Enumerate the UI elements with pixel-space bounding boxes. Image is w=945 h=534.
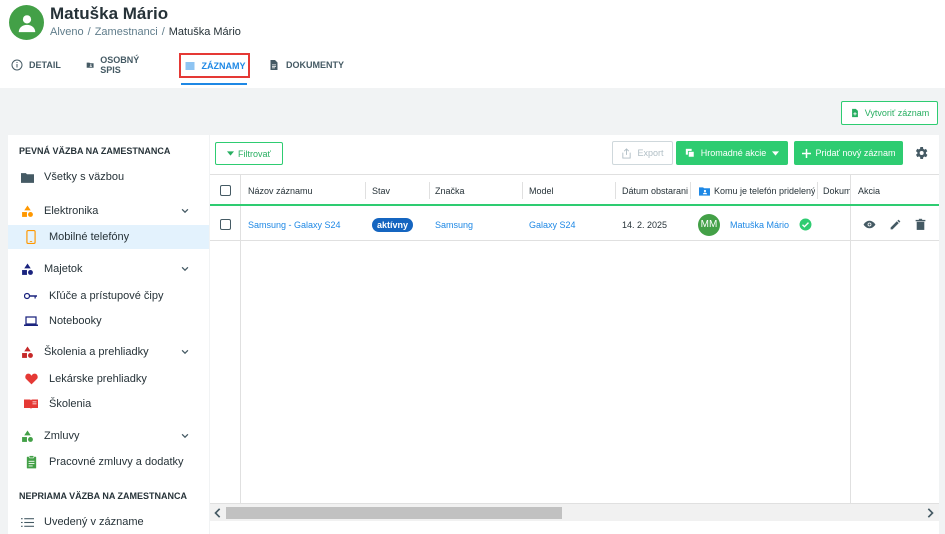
document-icon bbox=[270, 60, 278, 70]
copy-icon bbox=[685, 148, 695, 158]
select-all-checkbox[interactable] bbox=[220, 185, 231, 196]
sidebar-item-all[interactable]: Všetky s väzbou bbox=[8, 165, 209, 189]
sidebar-item-uvedeny[interactable]: Uvedený v zázname bbox=[8, 510, 209, 534]
chevron-down-icon[interactable] bbox=[180, 431, 190, 441]
table-row[interactable]: Samsung - Galaxy S24 aktívny Samsung Gal… bbox=[210, 208, 939, 241]
column-header-model[interactable]: Model bbox=[529, 175, 609, 206]
scrollbar-thumb[interactable] bbox=[226, 507, 562, 519]
shapes-icon bbox=[21, 430, 33, 442]
record-name-link[interactable]: Samsung - Galaxy S24 bbox=[248, 208, 341, 241]
tab-zaznamy[interactable]: ZÁZNAMY bbox=[179, 53, 250, 78]
column-header-datum[interactable]: Dátum obstarania bbox=[622, 175, 688, 206]
column-header-nazov[interactable]: Názov záznamu bbox=[248, 175, 368, 206]
folder-person-icon bbox=[699, 186, 710, 196]
check-circle-icon bbox=[799, 218, 812, 231]
column-header-znacka[interactable]: Značka bbox=[435, 175, 515, 206]
folder-icon bbox=[20, 172, 34, 183]
delete-icon[interactable] bbox=[914, 218, 927, 231]
category-sidebar: PEVNÁ VÄZBA NA ZAMESTNANCA Všetky s väzb… bbox=[8, 135, 209, 534]
active-tab-indicator bbox=[181, 83, 247, 85]
status-badge: aktívny bbox=[372, 217, 414, 232]
column-header-komu[interactable]: Komu je telefón pridelený ( bbox=[699, 175, 815, 206]
key-icon bbox=[24, 292, 37, 300]
filter-button[interactable]: Filtrovať bbox=[215, 142, 283, 165]
column-header-stav[interactable]: Stav bbox=[372, 175, 427, 206]
horizontal-scrollbar[interactable] bbox=[210, 503, 939, 521]
export-button[interactable]: Export bbox=[612, 141, 673, 165]
sidebar-item-notebooky[interactable]: Notebooky bbox=[8, 309, 209, 333]
breadcrumb: Alveno / Zamestnanci / Matuška Mário bbox=[50, 26, 241, 38]
shapes-icon bbox=[21, 263, 33, 275]
scroll-left-icon[interactable] bbox=[213, 508, 223, 518]
clipboard-icon bbox=[26, 455, 36, 469]
sidebar-item-majetok[interactable]: Majetok bbox=[8, 257, 209, 281]
laptop-icon bbox=[24, 315, 38, 326]
sidebar-item-pracovne-zmluvy[interactable]: Pracovné zmluvy a dodatky bbox=[8, 450, 209, 474]
assignee-link[interactable]: Matuška Mário bbox=[730, 220, 789, 230]
shapes-icon bbox=[21, 205, 33, 217]
sidebar-item-zmluvy[interactable]: Zmluvy bbox=[8, 424, 209, 448]
sidebar-heading-direct: PEVNÁ VÄZBA NA ZAMESTNANCA bbox=[19, 146, 171, 156]
brand-link[interactable]: Samsung bbox=[435, 208, 473, 241]
folder-person-icon bbox=[86, 62, 94, 68]
sidebar-item-skolenia-prehliadky[interactable]: Školenia a prehliadky bbox=[8, 340, 209, 364]
plus-icon bbox=[801, 148, 811, 158]
breadcrumb-alveno[interactable]: Alveno bbox=[50, 26, 84, 38]
info-icon bbox=[11, 59, 23, 71]
employee-avatar bbox=[9, 5, 44, 40]
sidebar-heading-indirect: NEPRIAMA VÄZBA NA ZAMESTNANCA bbox=[19, 491, 187, 501]
list-icon bbox=[185, 62, 194, 69]
tab-detail[interactable]: DETAIL bbox=[11, 50, 61, 80]
sidebar-item-skolenia[interactable]: Školenia bbox=[8, 392, 209, 416]
caret-down-icon bbox=[227, 151, 235, 156]
eye-icon[interactable] bbox=[863, 218, 876, 231]
sidebar-item-mobilne-telefony[interactable]: Mobilné telefóny bbox=[8, 225, 209, 249]
heart-icon bbox=[24, 373, 38, 385]
tab-osobny-spis[interactable]: OSOBNÝ SPIS bbox=[86, 50, 143, 80]
row-checkbox[interactable] bbox=[220, 219, 231, 230]
chevron-down-icon[interactable] bbox=[180, 206, 190, 216]
column-header-dokumenty[interactable]: Dokum bbox=[823, 175, 850, 206]
table-footer bbox=[210, 521, 939, 534]
breadcrumb-current: Matuška Mário bbox=[168, 26, 241, 38]
table-header: Názov záznamu Stav Značka Model Dátum ob… bbox=[210, 175, 939, 206]
assignee-avatar: MM bbox=[698, 213, 720, 236]
export-icon bbox=[622, 147, 632, 159]
sidebar-item-kluce[interactable]: Kľúče a prístupové čipy bbox=[8, 284, 209, 308]
phone-icon bbox=[26, 230, 36, 244]
list-icon bbox=[20, 517, 34, 527]
page-header: Matuška Mário Alveno / Zamestnanci / Matuška… bbox=[0, 0, 945, 88]
add-document-icon bbox=[851, 108, 858, 118]
purchase-date: 14. 2. 2025 bbox=[622, 219, 668, 230]
create-record-button[interactable]: Vytvoriť záznam bbox=[841, 101, 938, 125]
chevron-down-icon[interactable] bbox=[180, 347, 190, 357]
column-header-akcia: Akcia bbox=[858, 185, 881, 196]
records-table: Názov záznamu Stav Značka Model Dátum ob… bbox=[210, 174, 939, 534]
shapes-icon bbox=[21, 346, 33, 358]
records-panel: Filtrovať Export Hromadné akcie Pridať n… bbox=[210, 135, 939, 534]
model-link[interactable]: Galaxy S24 bbox=[529, 208, 576, 241]
edit-icon[interactable] bbox=[889, 218, 902, 231]
bulk-actions-button[interactable]: Hromadné akcie bbox=[676, 141, 788, 165]
tab-dokumenty[interactable]: DOKUMENTY bbox=[268, 50, 344, 80]
sidebar-item-lekarske[interactable]: Lekárske prehliadky bbox=[8, 367, 209, 391]
add-record-button[interactable]: Pridať nový záznam bbox=[794, 141, 903, 165]
scroll-right-icon[interactable] bbox=[925, 508, 935, 518]
gear-icon[interactable] bbox=[913, 145, 929, 161]
breadcrumb-zamestnanci[interactable]: Zamestnanci bbox=[95, 26, 158, 38]
chevron-down-icon[interactable] bbox=[180, 264, 190, 274]
sidebar-item-elektronika[interactable]: Elektronika bbox=[8, 199, 209, 223]
book-icon bbox=[24, 399, 38, 409]
person-icon bbox=[18, 14, 35, 32]
caret-down-icon bbox=[772, 150, 780, 156]
page-title: Matuška Mário bbox=[50, 4, 169, 23]
